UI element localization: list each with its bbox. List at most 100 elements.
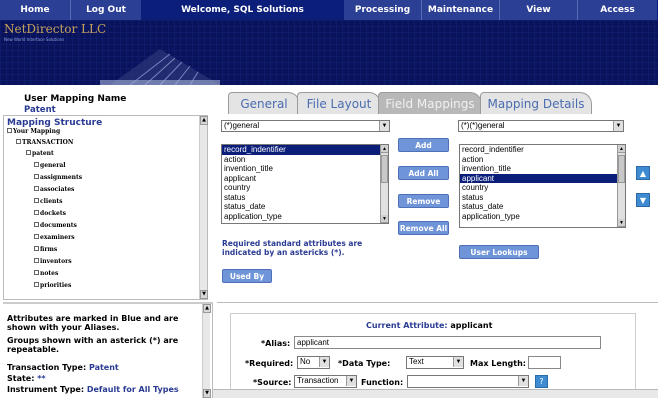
list-item[interactable]: status [460, 193, 625, 203]
list-item[interactable]: status [222, 193, 388, 203]
function-label: Function: [361, 378, 404, 387]
user-lookups-button[interactable]: User Lookups [459, 245, 539, 259]
required-label: *Required: [245, 359, 294, 368]
expand-icon[interactable] [34, 162, 39, 167]
scroll-up-icon[interactable]: ▲ [203, 304, 211, 313]
list-item[interactable]: action [460, 155, 625, 165]
list-scrollbar[interactable]: ▲ ▼ [380, 145, 388, 223]
tree-scrollbar[interactable]: ▲ ▼ [199, 116, 208, 299]
list-item[interactable]: application_type [460, 212, 625, 222]
tree-node-priorities[interactable]: priorities [34, 282, 71, 289]
scroll-down-icon[interactable]: ▼ [200, 290, 208, 299]
target-attribute-list[interactable]: record_indentifier action invention_titl… [459, 144, 626, 228]
nav-logout[interactable]: Log Out [71, 0, 141, 20]
chevron-down-icon: ▼ [379, 121, 389, 131]
data-type-select[interactable]: Text ▼ [406, 356, 464, 369]
welcome-text: Welcome, SQL Solutions [181, 5, 304, 15]
expand-icon[interactable] [34, 246, 39, 251]
list-item[interactable]: invention_title [222, 164, 388, 174]
tab-file-layout[interactable]: File Layout [297, 92, 381, 114]
move-up-icon[interactable]: ▲ [636, 166, 650, 180]
expand-icon[interactable] [34, 186, 39, 191]
expand-icon[interactable] [34, 174, 39, 179]
source-group-select[interactable]: (*)general ▼ [221, 120, 390, 132]
tree-node-documents[interactable]: documents [34, 222, 77, 229]
list-item[interactable]: status_date [222, 202, 388, 212]
scroll-down-icon[interactable]: ▼ [203, 389, 211, 398]
tree-node-clients[interactable]: clients [34, 198, 63, 205]
nav-home[interactable]: Home [0, 0, 70, 20]
scroll-down-icon[interactable]: ▼ [618, 219, 625, 227]
scroll-thumb[interactable] [381, 155, 388, 183]
horizontal-scrollbar[interactable] [213, 389, 658, 398]
tree-node-firms[interactable]: firms [34, 246, 57, 253]
list-item[interactable]: country [460, 183, 625, 193]
scroll-up-icon[interactable]: ▲ [200, 116, 208, 125]
function-select[interactable]: ▼ [407, 375, 529, 388]
max-length-input[interactable] [528, 356, 561, 369]
collapse-icon[interactable] [7, 128, 12, 133]
tab-field-mappings[interactable]: Field Mappings [378, 92, 482, 114]
field-mapping-panel: (*)general ▼ (*)(*)general ▼ record_indent… [215, 115, 658, 300]
required-select[interactable]: No ▼ [297, 356, 330, 369]
add-all-button[interactable]: Add All [398, 166, 449, 180]
scroll-thumb[interactable] [618, 155, 625, 183]
list-item[interactable]: status_date [460, 202, 625, 212]
list-item[interactable]: record_indentifier [222, 145, 388, 155]
alias-input[interactable]: applicant [294, 336, 601, 349]
tree-node-notes[interactable]: notes [34, 270, 58, 277]
expand-icon[interactable] [34, 270, 39, 275]
collapse-icon[interactable] [26, 150, 31, 155]
expand-icon[interactable] [34, 222, 39, 227]
list-scrollbar[interactable]: ▲ ▼ [617, 145, 625, 227]
list-item[interactable]: country [222, 183, 388, 193]
chevron-down-icon: ▼ [346, 376, 356, 386]
tree-node-assignments[interactable]: assignments [34, 174, 82, 181]
list-item[interactable]: record_indentifier [460, 145, 625, 155]
list-item[interactable]: applicant [460, 173, 625, 183]
source-attribute-list[interactable]: record_indentifier action invention_titl… [221, 144, 389, 224]
nav-maintenance[interactable]: Maintenance [422, 0, 499, 20]
remove-all-button[interactable]: Remove All [398, 221, 449, 235]
tree-node-patent[interactable]: patent [26, 150, 54, 157]
banner: NetDirector LLC New World Interface Solu… [0, 20, 658, 85]
info-scrollbar[interactable]: ▲ ▼ [202, 304, 211, 398]
nav-view[interactable]: View [500, 0, 577, 20]
tree-node-associates[interactable]: associates [34, 186, 74, 193]
expand-icon[interactable] [34, 258, 39, 263]
expand-icon[interactable] [34, 198, 39, 203]
tree-node-examiners[interactable]: examiners [34, 234, 75, 241]
move-down-icon[interactable]: ▼ [636, 193, 650, 207]
expand-icon[interactable] [34, 234, 39, 239]
tab-general[interactable]: General [228, 92, 300, 114]
remove-button[interactable]: Remove [398, 194, 449, 208]
nav-processing[interactable]: Processing [344, 0, 421, 20]
transaction-type-line: Transaction Type: Patent [7, 363, 119, 372]
scroll-up-icon[interactable]: ▲ [618, 145, 625, 153]
nav-access[interactable]: Access [578, 0, 657, 20]
chevron-down-icon: ▼ [319, 357, 329, 367]
tab-mapping-details[interactable]: Mapping Details [480, 92, 592, 114]
brand-logo: NetDirector LLC [4, 22, 107, 36]
used-by-button[interactable]: Used By [222, 269, 272, 283]
expand-icon[interactable] [34, 282, 39, 287]
scroll-up-icon[interactable]: ▲ [381, 145, 388, 153]
list-item[interactable]: applicant [222, 174, 388, 184]
list-item[interactable]: application_type [222, 212, 388, 222]
collapse-icon[interactable] [16, 139, 21, 144]
list-item[interactable]: invention_title [460, 164, 625, 174]
list-item[interactable]: action [222, 155, 388, 165]
add-button[interactable]: Add [398, 138, 449, 152]
chevron-down-icon: ▼ [518, 376, 528, 386]
tree-node-root[interactable]: Your Mapping [7, 128, 60, 135]
tree-node-transaction[interactable]: TRANSACTION [16, 139, 73, 146]
tree-node-dockets[interactable]: dockets [34, 210, 66, 217]
target-group-select[interactable]: (*)(*)general ▼ [458, 120, 624, 132]
mapping-name-value: Patent [24, 105, 56, 115]
expand-icon[interactable] [34, 210, 39, 215]
help-icon[interactable]: ? [535, 375, 548, 388]
tree-node-general[interactable]: general [34, 162, 66, 169]
tree-node-inventors[interactable]: inventors [34, 258, 72, 265]
source-select[interactable]: Transaction ▼ [294, 375, 357, 388]
scroll-down-icon[interactable]: ▼ [381, 215, 388, 223]
